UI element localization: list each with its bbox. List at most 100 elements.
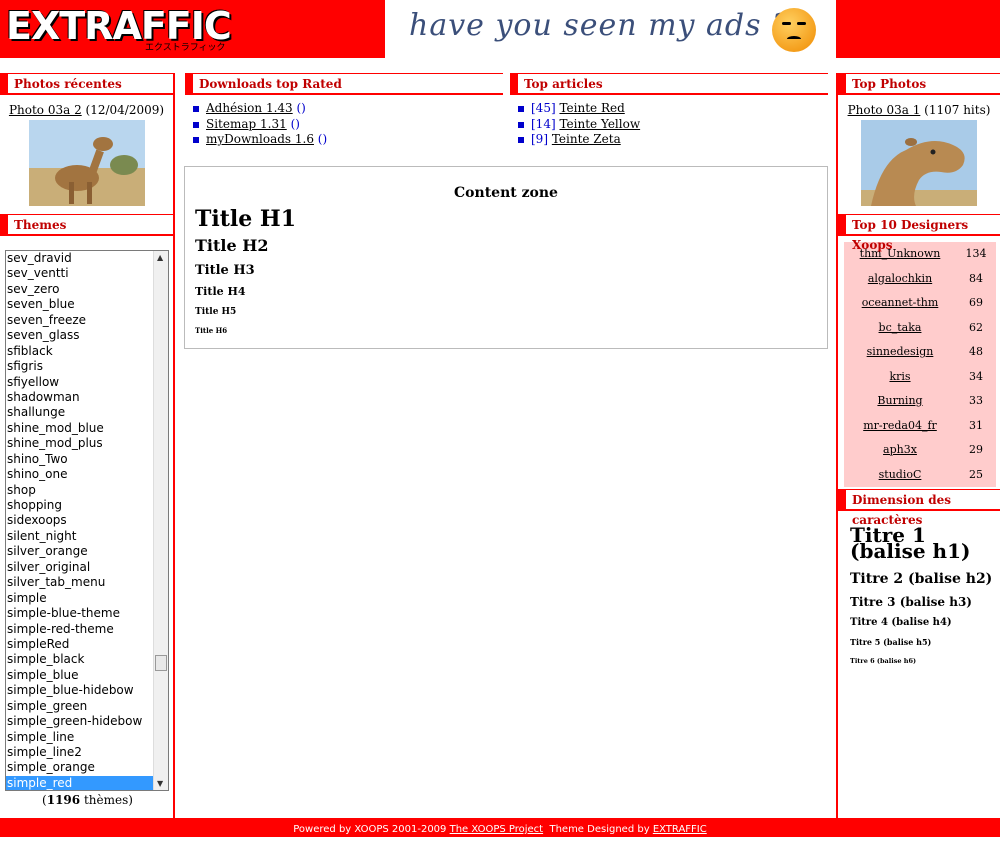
download-link[interactable]: Sitemap 1.31 <box>206 117 287 131</box>
theme-option[interactable]: simple-red-theme <box>6 622 168 637</box>
ad-banner[interactable]: have you seen my ads ? <box>385 0 836 58</box>
theme-option[interactable]: simpleRed <box>6 637 168 652</box>
theme-option[interactable]: shadowman <box>6 390 168 405</box>
designer-count: 48 <box>969 345 983 358</box>
theme-option[interactable]: sfiyellow <box>6 375 168 390</box>
theme-option[interactable]: sfigris <box>6 359 168 374</box>
theme-option[interactable]: sev_ventti <box>6 266 168 281</box>
theme-option[interactable]: silent_night <box>6 529 168 544</box>
designer-count: 62 <box>969 320 983 334</box>
designer-count: 84 <box>969 271 983 285</box>
scroll-up-icon[interactable]: ▲ <box>157 253 163 262</box>
recent-photos-title: Photos récentes <box>0 73 173 95</box>
theme-option[interactable]: shino_one <box>6 467 168 482</box>
right-column: Top Photos Photo 03a 1 (1107 hits) Top 1… <box>836 73 1000 818</box>
theme-option[interactable]: silver_original <box>6 560 168 575</box>
designer-name-link[interactable]: aph3x <box>844 438 956 463</box>
theme-option[interactable]: simple_green <box>6 699 168 714</box>
download-rating: () <box>296 101 306 115</box>
article-count: [9] <box>531 132 548 146</box>
theme-option[interactable]: seven_freeze <box>6 313 168 328</box>
designer-count: 69 <box>969 296 983 309</box>
theme-option[interactable]: sfiblack <box>6 344 168 359</box>
footer-project-link[interactable]: The XOOPS Project <box>450 824 544 835</box>
theme-option[interactable]: shallunge <box>6 405 168 420</box>
designer-name-link[interactable]: kris <box>844 365 956 390</box>
site-logo[interactable]: EXTRAFFIC エクストラフィック <box>0 0 385 58</box>
theme-option[interactable]: simple_blue-hidebow <box>6 683 168 698</box>
theme-option[interactable]: shine_mod_plus <box>6 436 168 451</box>
download-link[interactable]: Adhésion 1.43 <box>206 101 293 115</box>
theme-option[interactable]: simple_black <box>6 652 168 667</box>
designer-row: studioC 25 <box>844 463 996 488</box>
theme-option[interactable]: simple_orange <box>6 760 168 775</box>
designer-name-link[interactable]: Burning <box>844 389 956 414</box>
theme-select-list[interactable]: sev_dravid sev_ventti sev_zero seven_blue se… <box>5 250 169 791</box>
downloads-list: Adhésion 1.43 () Sitemap 1.31 () myDownloa… <box>193 101 503 148</box>
scroll-down-icon[interactable]: ▼ <box>157 779 163 788</box>
article-link[interactable]: Teinte Yellow <box>559 117 640 131</box>
article-item: [9] Teinte Zeta <box>518 132 828 148</box>
download-rating: () <box>317 132 328 146</box>
designer-name-link[interactable]: algalochkin <box>844 267 956 292</box>
dimension-h4: Titre 4 (balise h4) <box>850 617 952 628</box>
theme-option[interactable]: simple_line2 <box>6 745 168 760</box>
sample-h4: Title H4 <box>195 285 246 298</box>
designer-name-link[interactable]: mr-reda04_fr <box>844 414 956 439</box>
theme-option[interactable]: sidexoops <box>6 513 168 528</box>
theme-option[interactable]: simple_line <box>6 730 168 745</box>
designer-row: algalochkin 84 <box>844 267 996 292</box>
theme-option[interactable]: seven_blue <box>6 297 168 312</box>
dimension-h6: Titre 6 (balise h6) <box>850 657 917 665</box>
designer-row: aph3x 29 <box>844 438 996 463</box>
theme-option[interactable]: simple <box>6 591 168 606</box>
theme-option[interactable]: silver_orange <box>6 544 168 559</box>
theme-option[interactable]: seven_glass <box>6 328 168 343</box>
recent-photo-date: (12/04/2009) <box>85 103 165 117</box>
theme-count-number: 1196 <box>46 793 81 807</box>
article-count: [14] <box>531 116 556 131</box>
sample-h2: Title H2 <box>195 236 269 255</box>
theme-option[interactable]: simple_red <box>6 775 168 790</box>
theme-option[interactable]: sev_zero <box>6 282 168 297</box>
designer-name-link[interactable]: studioC <box>844 463 956 488</box>
theme-option[interactable]: simple_blue <box>6 668 168 683</box>
theme-option[interactable]: silver_tab_menu <box>6 575 168 590</box>
center-top-blocks: Downloads top Rated Adhésion 1.43 () Site… <box>185 73 828 153</box>
themes-title: Themes <box>0 214 173 236</box>
footer-designed: Theme Designed by <box>549 824 650 835</box>
designer-name-link[interactable]: oceannet-thm <box>844 291 956 316</box>
theme-option[interactable]: simple_green-hidebow <box>6 714 168 729</box>
top-photo-thumbnail[interactable] <box>861 120 977 206</box>
dimension-title: Dimension des caractères <box>838 489 1000 527</box>
scroll-thumb[interactable] <box>155 655 167 671</box>
article-link[interactable]: Teinte Zeta <box>552 132 621 146</box>
camel-image <box>28 120 145 206</box>
theme-option[interactable]: shop <box>6 483 168 498</box>
top-photo-link[interactable]: Photo 03a 1 <box>848 103 921 117</box>
theme-count: (1196 thèmes) <box>42 793 133 807</box>
recent-photo-link[interactable]: Photo 03a 2 <box>9 103 82 117</box>
article-link[interactable]: Teinte Red <box>559 101 624 115</box>
footer-designer-link[interactable]: EXTRAFFIC <box>653 824 707 835</box>
theme-option[interactable]: shopping <box>6 498 168 513</box>
articles-list: [45] Teinte Red [14] Teinte Yellow [9] Tei… <box>518 101 828 148</box>
designer-name-link[interactable]: sinnedesign <box>844 340 956 365</box>
recent-photo-thumbnail[interactable] <box>28 120 145 206</box>
theme-option[interactable]: shino_Two <box>6 452 168 467</box>
designer-row: bc_taka 62 <box>844 316 996 341</box>
content-zone: Content zone Title H1 Title H2 Title H3 … <box>184 166 828 349</box>
download-link[interactable]: myDownloads 1.6 <box>206 132 314 146</box>
theme-option[interactable]: shine_mod_blue <box>6 421 168 436</box>
sample-h3: Title H3 <box>195 263 255 278</box>
designer-name-link[interactable]: bc_taka <box>844 316 956 341</box>
theme-option[interactable]: sev_dravid <box>6 251 168 266</box>
designer-row: oceannet-thm 69 <box>844 291 996 316</box>
footer: Powered by XOOPS 2001-2009 The XOOPS Pro… <box>0 818 1000 837</box>
theme-list-scrollbar[interactable]: ▲ ▼ <box>153 251 168 790</box>
theme-count-label: thèmes <box>83 793 129 807</box>
theme-option[interactable]: simple-blue-theme <box>6 606 168 621</box>
download-rating: () <box>290 116 300 131</box>
designers-table: thm_Unknown 134 algalochkin 84 oceannet-thm 6… <box>844 242 996 487</box>
recent-photo-caption: Photo 03a 2 (12/04/2009) <box>0 103 173 117</box>
